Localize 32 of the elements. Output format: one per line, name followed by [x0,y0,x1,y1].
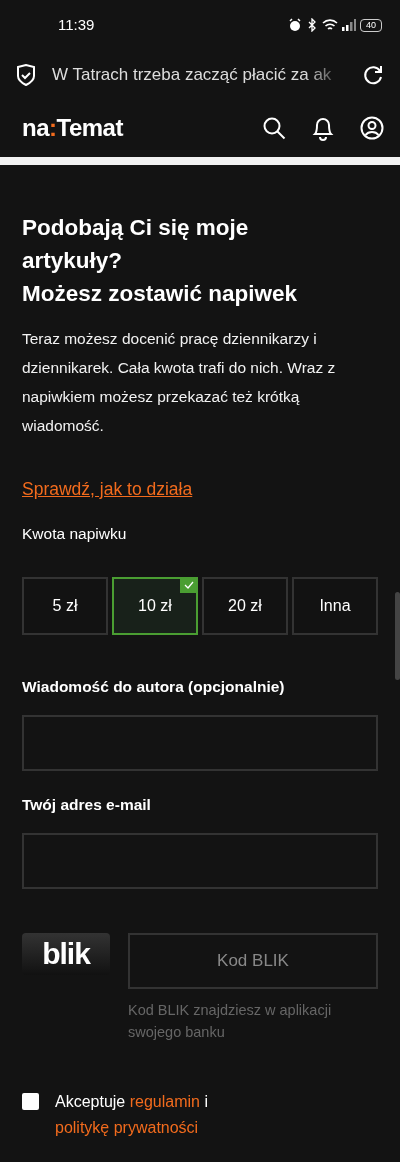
checkmark-icon [184,580,194,589]
status-time: 11:39 [58,14,95,35]
bluetooth-icon [306,18,318,32]
amount-label: Kwota napiwku [22,524,128,545]
signal-icon [342,19,356,31]
battery-indicator: 40 [360,18,382,32]
wifi-icon [322,18,338,32]
form-heading: Podobają Ci się moje artykuły? Możesz zostawić napiwek [22,214,299,308]
email-label: Twój adres e-mail [22,794,152,815]
email-field[interactable] [22,833,378,889]
search-icon[interactable] [262,115,286,140]
account-icon[interactable] [360,115,384,140]
privacy-link[interactable]: politykę prywatności [55,1119,199,1136]
how-it-works-link[interactable]: Sprawdź, jak to działa [22,476,193,503]
scrollbar-thumb[interactable] [395,592,400,680]
site-logo[interactable]: na:Temat [22,109,123,146]
consent-text: Akceptuje regulamin i politykę prywatności [55,1092,209,1138]
description: Teraz możesz docenić pracę dziennikarzy i dziennikarek. Cała kwota trafi do nich. Wraz z napiwkiem możesz przekazać też krótką wiadomość. [22,329,337,436]
amount-option[interactable]: 10 zł [112,576,198,635]
terms-link[interactable]: regulamin [129,1093,200,1110]
amount-option[interactable]: 5 zł [22,576,108,635]
blik-code-field[interactable]: Kod BLIK [128,933,378,989]
message-field[interactable] [22,714,378,771]
message-label: Wiadomość do autora (opcjonalnie) [22,676,286,697]
reload-icon[interactable] [362,64,384,86]
consent-checkbox[interactable] [22,1093,39,1110]
page-title: W Tatrach trzeba zacząć płacić za ak [52,64,333,87]
blik-hint: Kod BLIK znajdziesz w aplikacji swojego banku [128,1001,333,1042]
amount-option[interactable]: Inna [292,576,378,635]
alarm-icon [288,18,302,32]
shield-check-icon [16,64,36,86]
amount-option[interactable]: 20 zł [202,576,288,635]
